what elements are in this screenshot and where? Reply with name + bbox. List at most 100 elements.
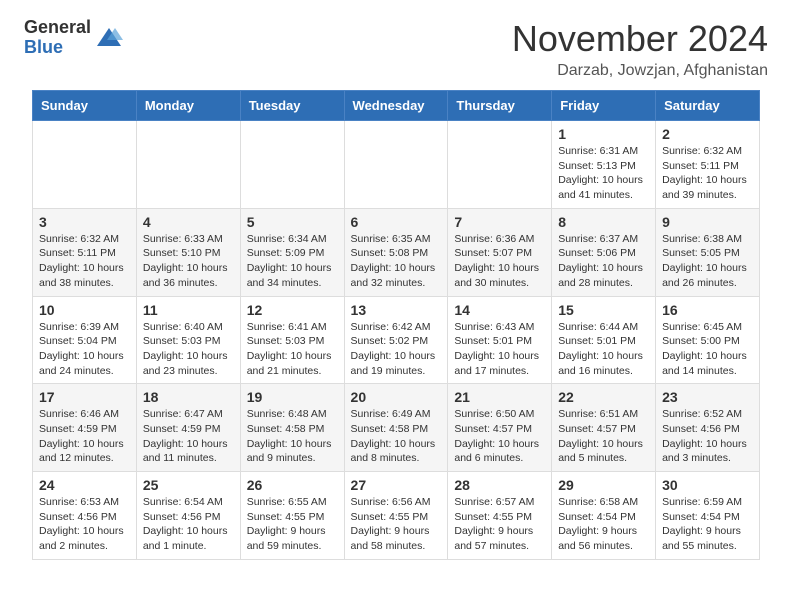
day-content: Sunrise: 6:58 AM Sunset: 4:54 PM Dayligh… <box>558 495 649 554</box>
calendar-cell: 22Sunrise: 6:51 AM Sunset: 4:57 PM Dayli… <box>552 384 656 472</box>
calendar-cell: 1Sunrise: 6:31 AM Sunset: 5:13 PM Daylig… <box>552 121 656 209</box>
day-content: Sunrise: 6:39 AM Sunset: 5:04 PM Dayligh… <box>39 320 130 379</box>
day-number: 26 <box>247 477 338 493</box>
day-number: 25 <box>143 477 234 493</box>
calendar-cell: 8Sunrise: 6:37 AM Sunset: 5:06 PM Daylig… <box>552 208 656 296</box>
day-content: Sunrise: 6:32 AM Sunset: 5:11 PM Dayligh… <box>662 144 753 203</box>
calendar-cell <box>136 121 240 209</box>
day-number: 23 <box>662 389 753 405</box>
calendar-body: 1Sunrise: 6:31 AM Sunset: 5:13 PM Daylig… <box>33 121 760 560</box>
calendar-week-row: 1Sunrise: 6:31 AM Sunset: 5:13 PM Daylig… <box>33 121 760 209</box>
day-number: 13 <box>351 302 442 318</box>
header-day: Friday <box>552 91 656 121</box>
calendar-cell: 21 Sunrise: 6:50 AM Sunset: 4:57 PM Dayli… <box>448 384 552 472</box>
day-content: Sunrise: 6:31 AM Sunset: 5:13 PM Dayligh… <box>558 144 649 203</box>
title-area: November 2024 Darzab, Jowzjan, Afghanist… <box>512 18 768 80</box>
day-content: Sunrise: 6:45 AM Sunset: 5:00 PM Dayligh… <box>662 320 753 379</box>
day-content: Sunrise: 6:43 AM Sunset: 5:01 PM Dayligh… <box>454 320 545 379</box>
day-number: 6 <box>351 214 442 230</box>
calendar-week-row: 17 Sunrise: 6:46 AM Sunset: 4:59 PM Dayli… <box>33 384 760 472</box>
day-content: Sunrise: 6:44 AM Sunset: 5:01 PM Dayligh… <box>558 320 649 379</box>
day-content: Sunrise: 6:38 AM Sunset: 5:05 PM Dayligh… <box>662 232 753 291</box>
header-day: Wednesday <box>344 91 448 121</box>
calendar-cell: 24 Sunrise: 6:53 AM Sunset: 4:56 PM Dayli… <box>33 472 137 560</box>
calendar-cell <box>33 121 137 209</box>
logo-general: General <box>24 18 91 38</box>
day-number: 24 <box>39 477 130 493</box>
day-number: 2 <box>662 126 753 142</box>
day-content: Sunrise: 6:47 AM Sunset: 4:59 PM Dayligh… <box>143 407 234 466</box>
calendar-cell <box>344 121 448 209</box>
calendar-cell: 4 Sunrise: 6:33 AM Sunset: 5:10 PM Daylig… <box>136 208 240 296</box>
day-content: Sunrise: 6:50 AM Sunset: 4:57 PM Dayligh… <box>454 407 545 466</box>
calendar-cell: 12Sunrise: 6:41 AM Sunset: 5:03 PM Dayli… <box>240 296 344 384</box>
calendar-week-row: 3Sunrise: 6:32 AM Sunset: 5:11 PM Daylig… <box>33 208 760 296</box>
calendar-cell: 27 Sunrise: 6:56 AM Sunset: 4:55 PM Dayli… <box>344 472 448 560</box>
calendar-cell: 6 Sunrise: 6:35 AM Sunset: 5:08 PM Daylig… <box>344 208 448 296</box>
calendar-cell: 13 Sunrise: 6:42 AM Sunset: 5:02 PM Dayli… <box>344 296 448 384</box>
calendar-cell: 25Sunrise: 6:54 AM Sunset: 4:56 PM Dayli… <box>136 472 240 560</box>
header-day: Monday <box>136 91 240 121</box>
calendar-wrapper: SundayMondayTuesdayWednesdayThursdayFrid… <box>0 90 792 576</box>
day-content: Sunrise: 6:46 AM Sunset: 4:59 PM Dayligh… <box>39 407 130 466</box>
calendar-table: SundayMondayTuesdayWednesdayThursdayFrid… <box>32 90 760 560</box>
calendar-week-row: 24 Sunrise: 6:53 AM Sunset: 4:56 PM Dayli… <box>33 472 760 560</box>
calendar-cell: 14 Sunrise: 6:43 AM Sunset: 5:01 PM Dayli… <box>448 296 552 384</box>
day-content: Sunrise: 6:42 AM Sunset: 5:02 PM Dayligh… <box>351 320 442 379</box>
day-content: Sunrise: 6:35 AM Sunset: 5:08 PM Dayligh… <box>351 232 442 291</box>
calendar-cell <box>448 121 552 209</box>
calendar-header: SundayMondayTuesdayWednesdayThursdayFrid… <box>33 91 760 121</box>
calendar-cell: 3Sunrise: 6:32 AM Sunset: 5:11 PM Daylig… <box>33 208 137 296</box>
day-content: Sunrise: 6:57 AM Sunset: 4:55 PM Dayligh… <box>454 495 545 554</box>
header-day: Thursday <box>448 91 552 121</box>
calendar-cell: 17 Sunrise: 6:46 AM Sunset: 4:59 PM Dayli… <box>33 384 137 472</box>
day-content: Sunrise: 6:53 AM Sunset: 4:56 PM Dayligh… <box>39 495 130 554</box>
day-content: Sunrise: 6:33 AM Sunset: 5:10 PM Dayligh… <box>143 232 234 291</box>
calendar-week-row: 10 Sunrise: 6:39 AM Sunset: 5:04 PM Dayli… <box>33 296 760 384</box>
day-number: 8 <box>558 214 649 230</box>
logo-icon <box>95 24 123 52</box>
day-content: Sunrise: 6:56 AM Sunset: 4:55 PM Dayligh… <box>351 495 442 554</box>
calendar-cell: 18 Sunrise: 6:47 AM Sunset: 4:59 PM Dayli… <box>136 384 240 472</box>
day-number: 19 <box>247 389 338 405</box>
header-row: SundayMondayTuesdayWednesdayThursdayFrid… <box>33 91 760 121</box>
page-header: General Blue November 2024 Darzab, Jowzj… <box>0 0 792 90</box>
day-number: 21 <box>454 389 545 405</box>
calendar-cell: 30Sunrise: 6:59 AM Sunset: 4:54 PM Dayli… <box>656 472 760 560</box>
day-number: 27 <box>351 477 442 493</box>
day-number: 20 <box>351 389 442 405</box>
calendar-cell: 11Sunrise: 6:40 AM Sunset: 5:03 PM Dayli… <box>136 296 240 384</box>
header-day: Sunday <box>33 91 137 121</box>
calendar-cell: 16 Sunrise: 6:45 AM Sunset: 5:00 PM Dayli… <box>656 296 760 384</box>
day-number: 9 <box>662 214 753 230</box>
day-number: 28 <box>454 477 545 493</box>
calendar-cell: 5 Sunrise: 6:34 AM Sunset: 5:09 PM Daylig… <box>240 208 344 296</box>
day-number: 10 <box>39 302 130 318</box>
logo: General Blue <box>24 18 123 58</box>
day-number: 14 <box>454 302 545 318</box>
day-content: Sunrise: 6:36 AM Sunset: 5:07 PM Dayligh… <box>454 232 545 291</box>
calendar-cell: 19 Sunrise: 6:48 AM Sunset: 4:58 PM Dayli… <box>240 384 344 472</box>
day-number: 15 <box>558 302 649 318</box>
calendar-cell <box>240 121 344 209</box>
day-number: 4 <box>143 214 234 230</box>
day-number: 16 <box>662 302 753 318</box>
calendar-cell: 26 Sunrise: 6:55 AM Sunset: 4:55 PM Dayli… <box>240 472 344 560</box>
calendar-cell: 10 Sunrise: 6:39 AM Sunset: 5:04 PM Dayli… <box>33 296 137 384</box>
day-content: Sunrise: 6:34 AM Sunset: 5:09 PM Dayligh… <box>247 232 338 291</box>
day-number: 5 <box>247 214 338 230</box>
location: Darzab, Jowzjan, Afghanistan <box>512 62 768 80</box>
day-content: Sunrise: 6:59 AM Sunset: 4:54 PM Dayligh… <box>662 495 753 554</box>
day-number: 18 <box>143 389 234 405</box>
day-content: Sunrise: 6:51 AM Sunset: 4:57 PM Dayligh… <box>558 407 649 466</box>
calendar-cell: 23Sunrise: 6:52 AM Sunset: 4:56 PM Dayli… <box>656 384 760 472</box>
day-number: 29 <box>558 477 649 493</box>
day-content: Sunrise: 6:32 AM Sunset: 5:11 PM Dayligh… <box>39 232 130 291</box>
calendar-cell: 29 Sunrise: 6:58 AM Sunset: 4:54 PM Dayli… <box>552 472 656 560</box>
calendar-cell: 7Sunrise: 6:36 AM Sunset: 5:07 PM Daylig… <box>448 208 552 296</box>
calendar-cell: 20Sunrise: 6:49 AM Sunset: 4:58 PM Dayli… <box>344 384 448 472</box>
day-content: Sunrise: 6:48 AM Sunset: 4:58 PM Dayligh… <box>247 407 338 466</box>
day-number: 17 <box>39 389 130 405</box>
day-content: Sunrise: 6:55 AM Sunset: 4:55 PM Dayligh… <box>247 495 338 554</box>
calendar-cell: 28 Sunrise: 6:57 AM Sunset: 4:55 PM Dayli… <box>448 472 552 560</box>
